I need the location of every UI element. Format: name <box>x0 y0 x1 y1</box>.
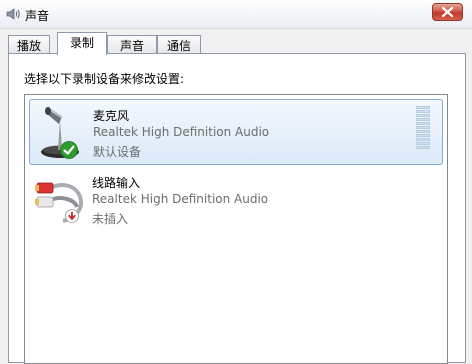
tab-sounds[interactable]: 声音 <box>107 35 157 53</box>
device-status: 未插入 <box>92 212 129 226</box>
device-status: 默认设备 <box>93 145 142 159</box>
speaker-icon <box>6 8 20 20</box>
title-bar: 声音 <box>0 0 472 29</box>
tab-playback[interactable]: 播放 <box>8 35 50 53</box>
close-button[interactable] <box>432 3 463 21</box>
device-name: 线路输入 <box>92 176 141 190</box>
device-item-line-in[interactable]: 线路输入 Realtek High Definition Audio 未插入 <box>29 167 443 233</box>
device-driver: Realtek High Definition Audio <box>92 192 269 206</box>
device-list[interactable]: 麦克风 Realtek High Definition Audio 默认设备 线… <box>24 94 448 364</box>
device-name: 麦克风 <box>93 109 130 123</box>
device-item-microphone[interactable]: 麦克风 Realtek High Definition Audio 默认设备 <box>29 99 443 165</box>
close-icon <box>442 7 453 17</box>
device-driver: Realtek High Definition Audio <box>93 125 270 139</box>
level-meter <box>416 106 430 158</box>
tab-communications[interactable]: 通信 <box>157 35 201 53</box>
default-check-icon <box>60 141 78 159</box>
window-title: 声音 <box>25 9 50 23</box>
tab-recording[interactable]: 录制 <box>57 32 107 55</box>
unplugged-arrow-icon <box>65 209 79 223</box>
instruction-text: 选择以下录制设备来修改设置: <box>24 72 185 86</box>
